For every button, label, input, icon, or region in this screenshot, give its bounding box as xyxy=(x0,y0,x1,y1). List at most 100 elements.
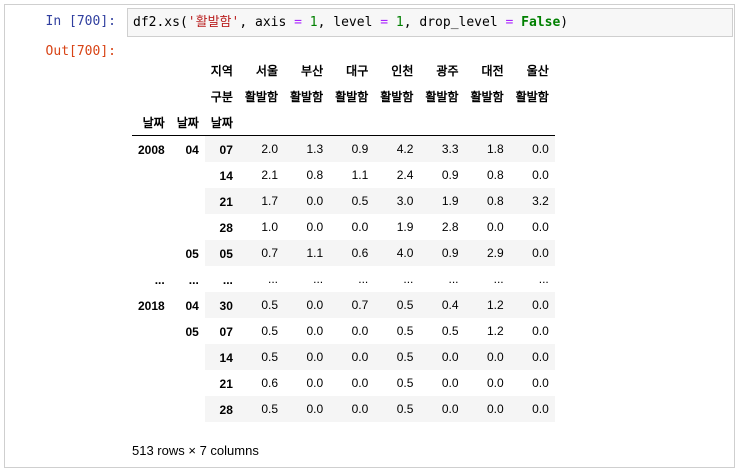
table-cell: 3.0 xyxy=(396,194,414,208)
row-index-day: 30 xyxy=(219,299,233,313)
table-cell: 0.0 xyxy=(306,376,324,390)
table-cell: ... xyxy=(358,272,369,286)
table-cell: 0.7 xyxy=(261,246,279,260)
table-cell: 0.0 xyxy=(532,350,549,364)
table-cell: 0.0 xyxy=(351,220,369,234)
table-cell: 0.0 xyxy=(306,298,324,312)
index-name: 날짜 xyxy=(132,109,171,136)
sub-column-header: 활발함 xyxy=(515,89,549,104)
table-cell: 2.4 xyxy=(396,168,414,182)
table-cell: 0.5 xyxy=(261,402,279,416)
header-blank xyxy=(374,109,420,136)
sub-column-header: 활발함 xyxy=(244,89,279,104)
table-cell: 0.5 xyxy=(396,324,414,338)
column-header: 광주 xyxy=(436,63,459,78)
row-index-month: 05 xyxy=(185,325,199,339)
table-cell: 0.0 xyxy=(486,402,504,416)
header-blank xyxy=(171,57,205,83)
table-cell: 0.4 xyxy=(441,298,459,312)
index-name: 날짜 xyxy=(170,109,205,136)
table-cell: 0.5 xyxy=(351,194,369,208)
table-cell: 0.0 xyxy=(486,350,504,364)
input-prompt: In [700]: xyxy=(45,14,116,29)
code-eq: = xyxy=(294,15,302,30)
row-index-month: 04 xyxy=(170,292,205,318)
table-cell: 0.0 xyxy=(351,350,369,364)
row-index-year xyxy=(132,396,171,422)
table-cell: 0.5 xyxy=(396,298,414,312)
table-body: 2008 04 07 2.0 1.3 0.9 4.2 3.3 1.8 0.0 14 2.1 0.8 1.1… xyxy=(132,135,555,422)
row-index-day: 14 xyxy=(219,169,233,183)
code-sep-drop-level: , drop_level xyxy=(403,15,506,30)
dataframe-table: 지역 서울 부산 대구 인천 광주 대전 울산 구분 활발함 활발함 활발함 활… xyxy=(132,57,555,422)
table-cell: 1.9 xyxy=(396,220,414,234)
table-cell: 0.0 xyxy=(486,376,504,390)
header-blank xyxy=(329,109,375,136)
code-string-arg: '활발함' xyxy=(187,15,240,30)
table-cell: 0.0 xyxy=(441,402,459,416)
header-blank xyxy=(132,83,171,109)
table-cell: 2.9 xyxy=(486,246,504,260)
table-cell: 1.1 xyxy=(351,168,369,182)
code-sep-level: , level xyxy=(317,15,381,30)
sub-column-header: 활발함 xyxy=(380,89,414,104)
table-cell: 0.0 xyxy=(532,298,549,312)
row-index-month xyxy=(171,214,205,240)
table-cell: 1.0 xyxy=(261,220,279,234)
table-cell: 0.7 xyxy=(351,298,369,312)
row-index-day: 05 xyxy=(219,247,233,261)
table-cell: 0.0 xyxy=(532,402,549,416)
table-row: 28 1.0 0.0 0.0 1.9 2.8 0.0 0.0 xyxy=(132,214,555,240)
row-index-month xyxy=(171,370,205,396)
sub-column-header: 활발함 xyxy=(425,89,459,104)
table-cell: 0.5 xyxy=(261,350,279,364)
table-cell: 0.9 xyxy=(441,246,459,260)
table-row: 2018 04 30 0.5 0.0 0.7 0.5 0.4 1.2 0.0 xyxy=(132,292,555,318)
table-cell: 0.0 xyxy=(532,246,549,260)
table-row: 28 0.5 0.0 0.0 0.5 0.0 0.0 0.0 xyxy=(132,396,555,422)
table-cell: 4.0 xyxy=(396,246,414,260)
table-cell: 0.5 xyxy=(396,376,414,390)
table-cell: 0.0 xyxy=(441,376,459,390)
row-index-year xyxy=(132,214,171,240)
table-cell: 0.0 xyxy=(306,324,324,338)
table-cell: 0.5 xyxy=(441,324,459,338)
code-axis-value: 1 xyxy=(309,15,318,30)
code-sep-axis: , axis xyxy=(239,15,295,30)
table-cell: 2.0 xyxy=(261,142,279,156)
column-header: 울산 xyxy=(526,63,549,78)
column-header: 인천 xyxy=(391,63,414,78)
table-row: 21 1.7 0.0 0.5 3.0 1.9 0.8 3.2 xyxy=(132,188,555,214)
table-cell: 0.0 xyxy=(306,350,324,364)
header-row-type: 구분 활발함 활발함 활발함 활발함 활발함 활발함 활발함 xyxy=(132,83,555,109)
table-cell: ... xyxy=(268,272,279,286)
table-row: 05 07 0.5 0.0 0.0 0.5 0.5 1.2 0.0 xyxy=(132,318,555,344)
code-input[interactable]: df2.xs('활발함', axis = 1, level = 1, drop_… xyxy=(127,8,733,37)
table-row: .............................. xyxy=(132,266,555,292)
row-index-year xyxy=(132,318,171,344)
row-index-year: 2008 xyxy=(132,135,171,162)
row-index-day: 28 xyxy=(219,403,233,417)
header-row-index-names: 날짜 날짜 날짜 xyxy=(132,109,555,136)
column-header: 서울 xyxy=(255,63,279,78)
table-cell: 1.1 xyxy=(306,246,324,260)
table-cell: 0.0 xyxy=(306,220,324,234)
row-index-day: ... xyxy=(222,273,233,287)
table-cell: 0.0 xyxy=(532,168,549,182)
table-cell: 0.0 xyxy=(351,402,369,416)
row-index-day: 07 xyxy=(219,325,233,339)
row-index-year xyxy=(132,344,171,370)
row-index-day: 21 xyxy=(219,377,233,391)
table-cell: 0.8 xyxy=(306,168,324,182)
code-false-keyword: False xyxy=(521,15,561,30)
table-cell: 1.8 xyxy=(486,142,504,156)
table-cell: 0.0 xyxy=(532,376,549,390)
table-cell: 0.5 xyxy=(396,402,414,416)
row-index-year: ... xyxy=(154,273,165,287)
sub-column-header: 활발함 xyxy=(470,89,504,104)
table-cell: ... xyxy=(448,272,459,286)
header-blank xyxy=(509,109,555,136)
table-cell: 1.3 xyxy=(306,142,324,156)
row-index-year: 2018 xyxy=(132,292,171,318)
